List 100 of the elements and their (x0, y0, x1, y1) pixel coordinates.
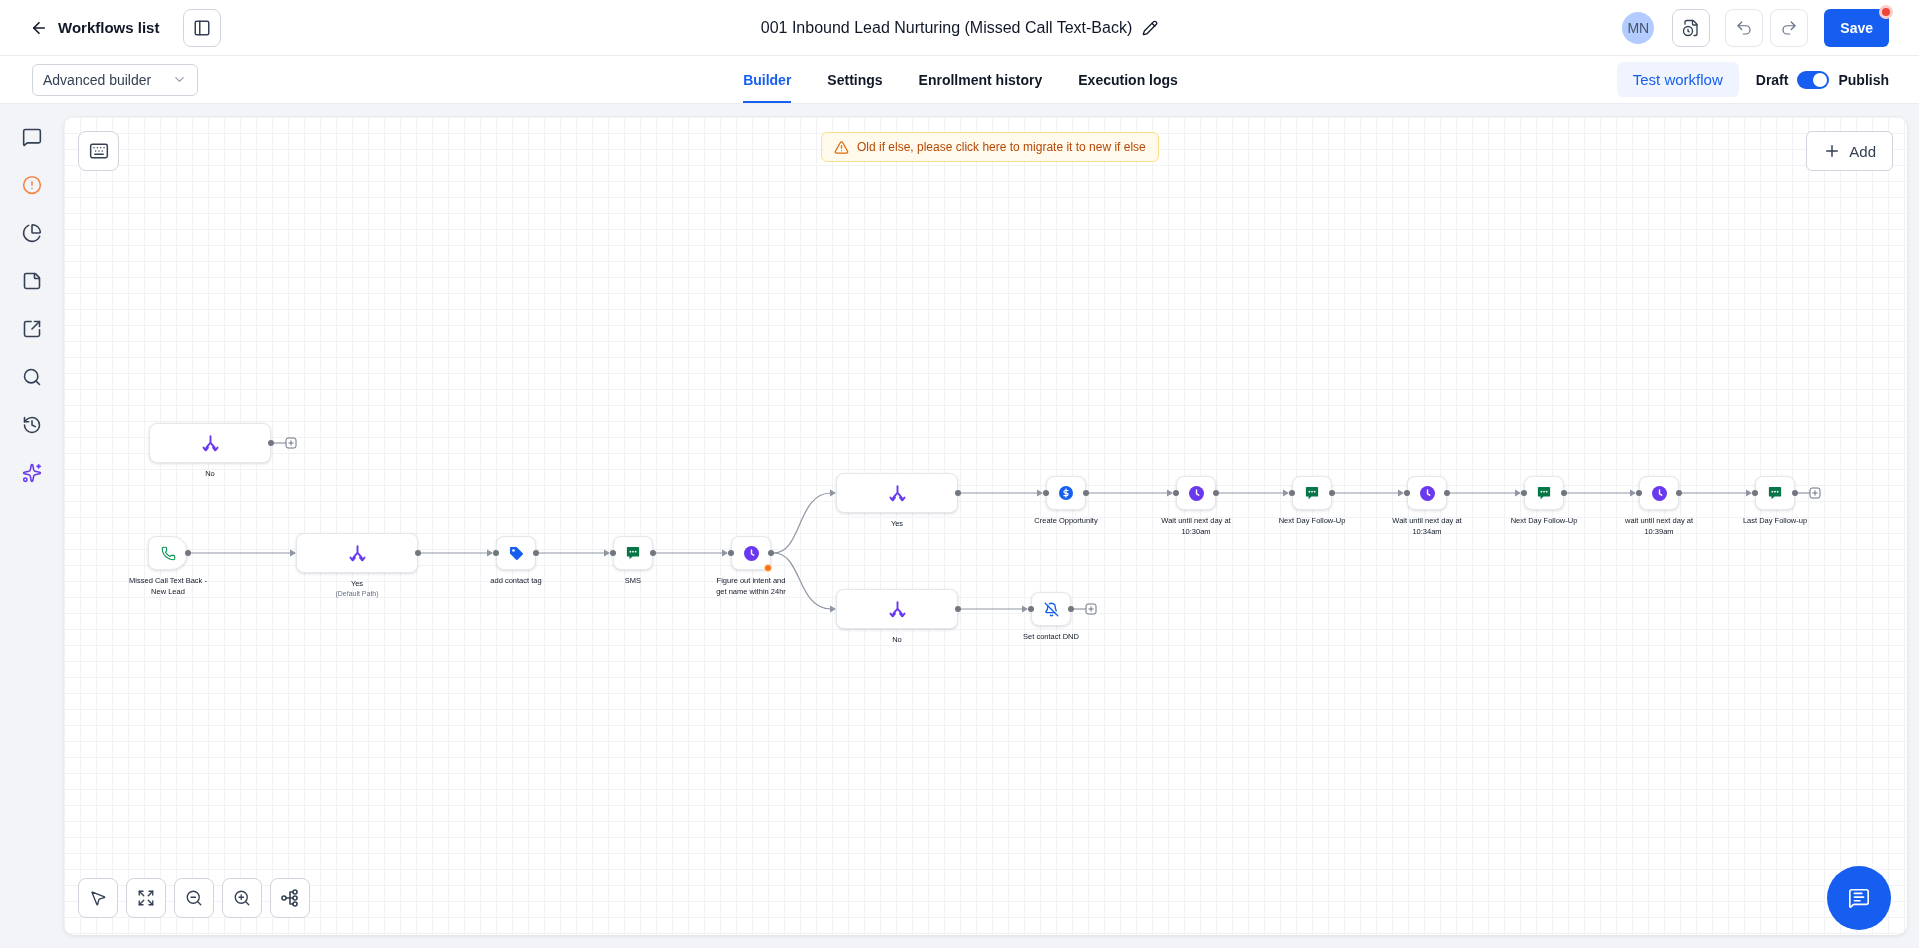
connection-handle[interactable] (955, 606, 961, 612)
keyboard-button[interactable] (78, 131, 119, 171)
draft-label: Draft (1755, 71, 1789, 88)
tab[interactable]: Builder (743, 56, 792, 103)
connection-handle[interactable] (1083, 490, 1089, 496)
connection-handle[interactable] (493, 550, 499, 556)
connection-handle[interactable] (1792, 490, 1798, 496)
action-node[interactable] (1755, 476, 1795, 510)
branch-icon (348, 544, 366, 562)
connection-handle[interactable] (1752, 490, 1758, 496)
search-icon (22, 367, 42, 387)
connection-handle[interactable] (1289, 490, 1295, 496)
expand-icon (137, 889, 155, 907)
connection-handle[interactable] (1444, 490, 1450, 496)
action-node[interactable] (1046, 476, 1086, 510)
zoom-in-icon (233, 889, 251, 907)
condition-node[interactable] (836, 473, 958, 513)
add-step-icon[interactable] (285, 437, 297, 449)
zoom-out-button[interactable] (174, 878, 214, 918)
publish-label: Publish (1838, 71, 1889, 88)
connection-handle[interactable] (1173, 490, 1179, 496)
connection-handle[interactable] (1213, 490, 1219, 496)
chat-bubble-icon (22, 127, 42, 147)
connection-handle[interactable] (268, 440, 274, 446)
chat-bubble-icon (1768, 486, 1782, 500)
branch-icon (201, 434, 219, 452)
fit-view-button[interactable] (126, 878, 166, 918)
add-step-icon[interactable] (1809, 487, 1821, 499)
clock-icon (743, 545, 759, 561)
action-node[interactable] (1639, 476, 1679, 510)
connection-handle[interactable] (728, 550, 734, 556)
connector-arrow (773, 489, 836, 554)
condition-node[interactable] (296, 533, 418, 573)
note-icon (22, 271, 42, 291)
undo-icon (1735, 18, 1754, 37)
connection-handle[interactable] (415, 550, 421, 556)
undo-button[interactable] (1725, 8, 1764, 47)
builder-mode-dropdown[interactable]: Advanced builder (32, 63, 198, 96)
action-node[interactable] (731, 536, 771, 570)
clock-icon (1651, 485, 1667, 501)
test-workflow-button[interactable]: Test workflow (1616, 62, 1739, 97)
publish-toggle[interactable] (1797, 70, 1830, 89)
external-link-icon (22, 319, 42, 339)
connection-handle[interactable] (533, 550, 539, 556)
trigger-node[interactable] (148, 536, 188, 570)
chat-bubble-icon (1305, 486, 1319, 500)
pie-chart-icon (22, 223, 42, 243)
connection-handle[interactable] (185, 550, 191, 556)
clock-icon (1188, 485, 1204, 501)
action-node[interactable] (1292, 476, 1332, 510)
action-node[interactable] (1524, 476, 1564, 510)
connection-handle[interactable] (610, 550, 616, 556)
document-button[interactable] (1672, 8, 1711, 47)
connection-handle[interactable] (1636, 490, 1642, 496)
connection-handle[interactable] (1521, 490, 1527, 496)
migration-banner[interactable]: Old if else, please click here to migrate it to new if else (821, 132, 1159, 162)
connection-handle[interactable] (768, 550, 774, 556)
sidebar-toggle-button[interactable] (183, 8, 222, 47)
add-step-icon[interactable] (1085, 603, 1097, 615)
alert-circle-icon (22, 175, 42, 195)
pointer-icon (89, 889, 107, 907)
connector-line (1073, 608, 1087, 610)
connection-handle[interactable] (955, 490, 961, 496)
document-clock-icon (1682, 18, 1701, 37)
add-button[interactable]: Add (1806, 131, 1893, 171)
chat-bubble-icon (1537, 486, 1551, 500)
pencil-icon[interactable] (1142, 19, 1159, 36)
connection-handle[interactable] (1329, 490, 1335, 496)
workflow-title: 001 Inbound Lead Nurturing (Missed Call Text-Back) (760, 18, 1133, 37)
action-node[interactable] (613, 536, 653, 570)
connector-line (1797, 492, 1811, 494)
connection-handle[interactable] (1028, 606, 1034, 612)
action-node[interactable] (1176, 476, 1216, 510)
redo-button[interactable] (1770, 8, 1809, 47)
connection-handle[interactable] (650, 550, 656, 556)
connection-handle[interactable] (1676, 490, 1682, 496)
connection-handle[interactable] (1043, 490, 1049, 496)
condition-node[interactable] (836, 589, 958, 629)
connector-arrow (773, 552, 836, 613)
redo-icon (1780, 18, 1799, 37)
condition-node[interactable] (149, 423, 271, 463)
tab[interactable]: Settings (827, 56, 883, 103)
branch-icon (888, 484, 906, 502)
connection-handle[interactable] (1404, 490, 1410, 496)
action-node[interactable] (1031, 592, 1071, 626)
back-button[interactable]: Workflows list (30, 18, 160, 37)
pointer-tool-button[interactable] (78, 878, 118, 918)
auto-layout-button[interactable] (270, 878, 310, 918)
chat-button[interactable] (1827, 866, 1891, 930)
connection-handle[interactable] (1561, 490, 1567, 496)
tab[interactable]: Enrollment history (918, 56, 1043, 103)
chat-bubble-icon (626, 546, 640, 560)
tab[interactable]: Execution logs (1078, 56, 1178, 103)
connection-handle[interactable] (1068, 606, 1074, 612)
connector-arrow (1566, 489, 1636, 497)
user-avatar[interactable]: MN (1622, 11, 1655, 44)
zoom-in-button[interactable] (222, 878, 262, 918)
action-node[interactable] (1407, 476, 1447, 510)
connector-arrow (538, 549, 610, 557)
action-node[interactable] (496, 536, 536, 570)
